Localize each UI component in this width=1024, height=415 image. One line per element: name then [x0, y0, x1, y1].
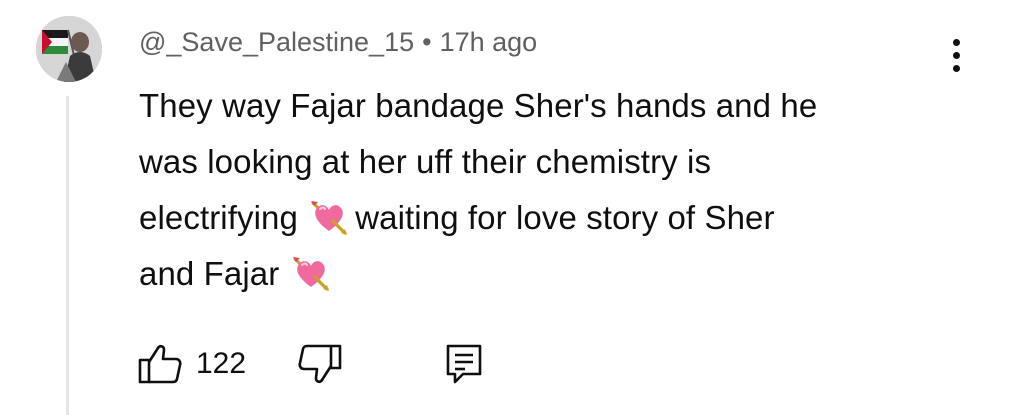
reply-thread-line — [66, 96, 69, 415]
dislike-button[interactable] — [296, 340, 344, 388]
comment-line-3-rest: waiting for love story of Sher — [355, 199, 775, 236]
like-count: 122 — [196, 347, 247, 380]
heart-with-arrow-emoji — [309, 197, 349, 237]
avatar[interactable] — [36, 16, 102, 82]
more-vertical-icon — [952, 38, 960, 72]
more-options-button[interactable] — [938, 30, 974, 80]
comment-line-3-text: electrifying — [139, 199, 298, 236]
comment-line-3: electrifying waiting for love story of S… — [139, 190, 939, 246]
comment-line-2: was looking at her uff their chemistry i… — [139, 143, 712, 180]
like-button[interactable] — [136, 340, 184, 388]
thumb-up-icon — [136, 344, 184, 392]
comment-line-4: and Fajar — [139, 246, 939, 302]
comment-time[interactable]: 17h ago — [440, 27, 538, 57]
comment-header: @_Save_Palestine_15 • 17h ago — [139, 22, 537, 62]
author-name[interactable]: @_Save_Palestine_15 — [139, 27, 414, 57]
heart-with-arrow-emoji — [291, 253, 331, 293]
comment-text: They way Fajar bandage Sher's hands and … — [139, 78, 939, 302]
comment-line-4-text: and Fajar — [139, 255, 280, 292]
reply-button[interactable] — [441, 340, 487, 388]
comment-line-1: They way Fajar bandage Sher's hands and … — [139, 87, 818, 124]
reply-comment-icon — [441, 344, 487, 392]
header-separator: • — [422, 27, 432, 57]
thumb-down-icon — [296, 344, 344, 392]
